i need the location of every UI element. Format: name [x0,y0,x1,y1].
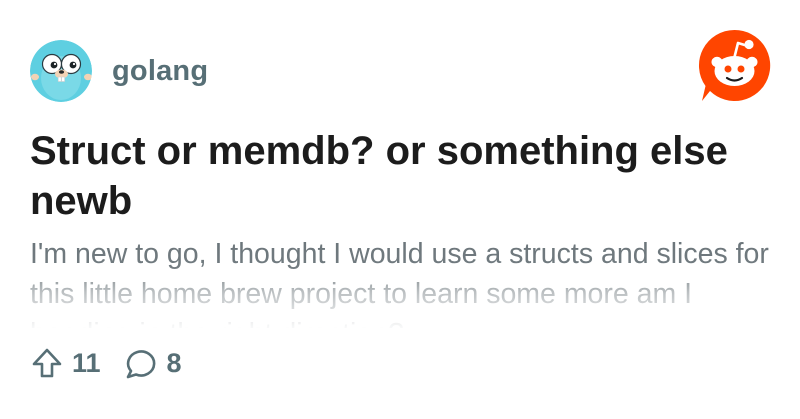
post-body-text: I'm new to go, I thought I would use a s… [30,238,769,328]
reddit-logo-icon [698,29,771,101]
reddit-logo [697,28,772,103]
subreddit-name[interactable]: golang [112,55,208,88]
gopher-icon [30,40,92,102]
post-title[interactable]: Struct or memdb? or something else newb [30,126,770,226]
upvote-arrow-icon [32,348,62,378]
post-header: golang [30,40,208,102]
comment-count: 8 [166,347,182,378]
comments-button[interactable]: 8 [123,346,182,380]
post-stats: 11 8 [30,343,204,383]
subreddit-avatar[interactable] [30,40,92,102]
upvote-count: 11 [72,347,101,378]
comment-bubble-icon [126,350,155,379]
post-body: I'm new to go, I thought I would use a s… [30,234,775,328]
upvote-button[interactable]: 11 [30,346,101,380]
